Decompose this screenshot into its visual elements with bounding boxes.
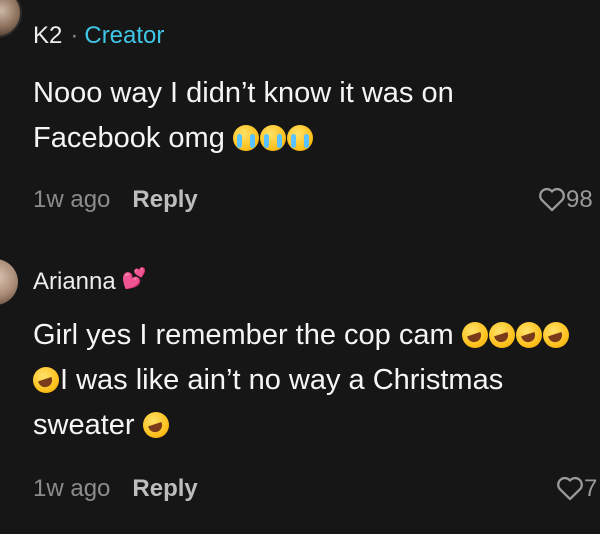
comment-text: Girl yes I remember the cop cam I was li…	[33, 313, 570, 448]
comment-line: Girl yes I remember the cop cam	[33, 319, 454, 351]
comment-meta: 1w ago Reply	[33, 475, 198, 503]
rolling-on-floor-laughing-emoji	[515, 322, 542, 348]
like-count: 7	[584, 475, 598, 502]
like-button[interactable]: 98	[538, 186, 593, 214]
comment-line-row: Facebook omg	[33, 116, 454, 161]
like-button[interactable]: 7	[556, 475, 597, 503]
two-hearts-emoji: 💕	[121, 268, 147, 290]
comment-line: Nooo way I didn’t know it was on	[33, 77, 454, 109]
comment-line-row: I was like ain’t no way a Christmas	[33, 358, 570, 403]
rolling-on-floor-laughing-emoji	[142, 412, 169, 438]
loudly-crying-face-emoji	[232, 125, 259, 151]
comment-author-row: K2 · Creator	[33, 22, 164, 50]
comment-line-row: sweater	[33, 403, 570, 448]
comment-item: K2 · Creator Nooo way I didn’t know it was…	[0, 0, 600, 240]
creator-badge: Creator	[84, 22, 165, 49]
rolling-on-floor-laughing-emoji	[461, 322, 488, 348]
timestamp: 1w ago	[33, 186, 111, 213]
reply-button[interactable]: Reply	[132, 475, 197, 502]
comment-item: Arianna 💕 Girl yes I remember the cop cam…	[0, 258, 600, 534]
loudly-crying-face-emoji	[259, 125, 286, 151]
comment-author-row: Arianna 💕	[33, 266, 147, 296]
username[interactable]: K2	[33, 22, 62, 49]
reply-button[interactable]: Reply	[132, 186, 197, 213]
comment-line: I was like ain’t no way a Christmas	[60, 364, 504, 396]
avatar[interactable]	[0, 259, 18, 305]
rolling-on-floor-laughing-emoji	[488, 322, 515, 348]
comment-line: sweater	[33, 409, 135, 441]
comment-line: Facebook omg	[33, 122, 225, 154]
timestamp: 1w ago	[33, 475, 111, 502]
heart-outline-icon	[557, 476, 583, 501]
rolling-on-floor-laughing-emoji	[542, 322, 569, 348]
comment-line-row: Girl yes I remember the cop cam	[33, 313, 570, 358]
username[interactable]: Arianna	[33, 268, 116, 295]
separator: ·	[70, 22, 79, 49]
loudly-crying-face-emoji	[286, 125, 313, 151]
like-count: 98	[566, 186, 593, 213]
rolling-on-floor-laughing-emoji	[33, 367, 59, 393]
avatar[interactable]	[0, 0, 22, 38]
comment-text: Nooo way I didn’t know it was on Faceboo…	[33, 71, 454, 161]
heart-outline-icon	[539, 187, 565, 212]
comment-meta: 1w ago Reply	[33, 186, 198, 214]
